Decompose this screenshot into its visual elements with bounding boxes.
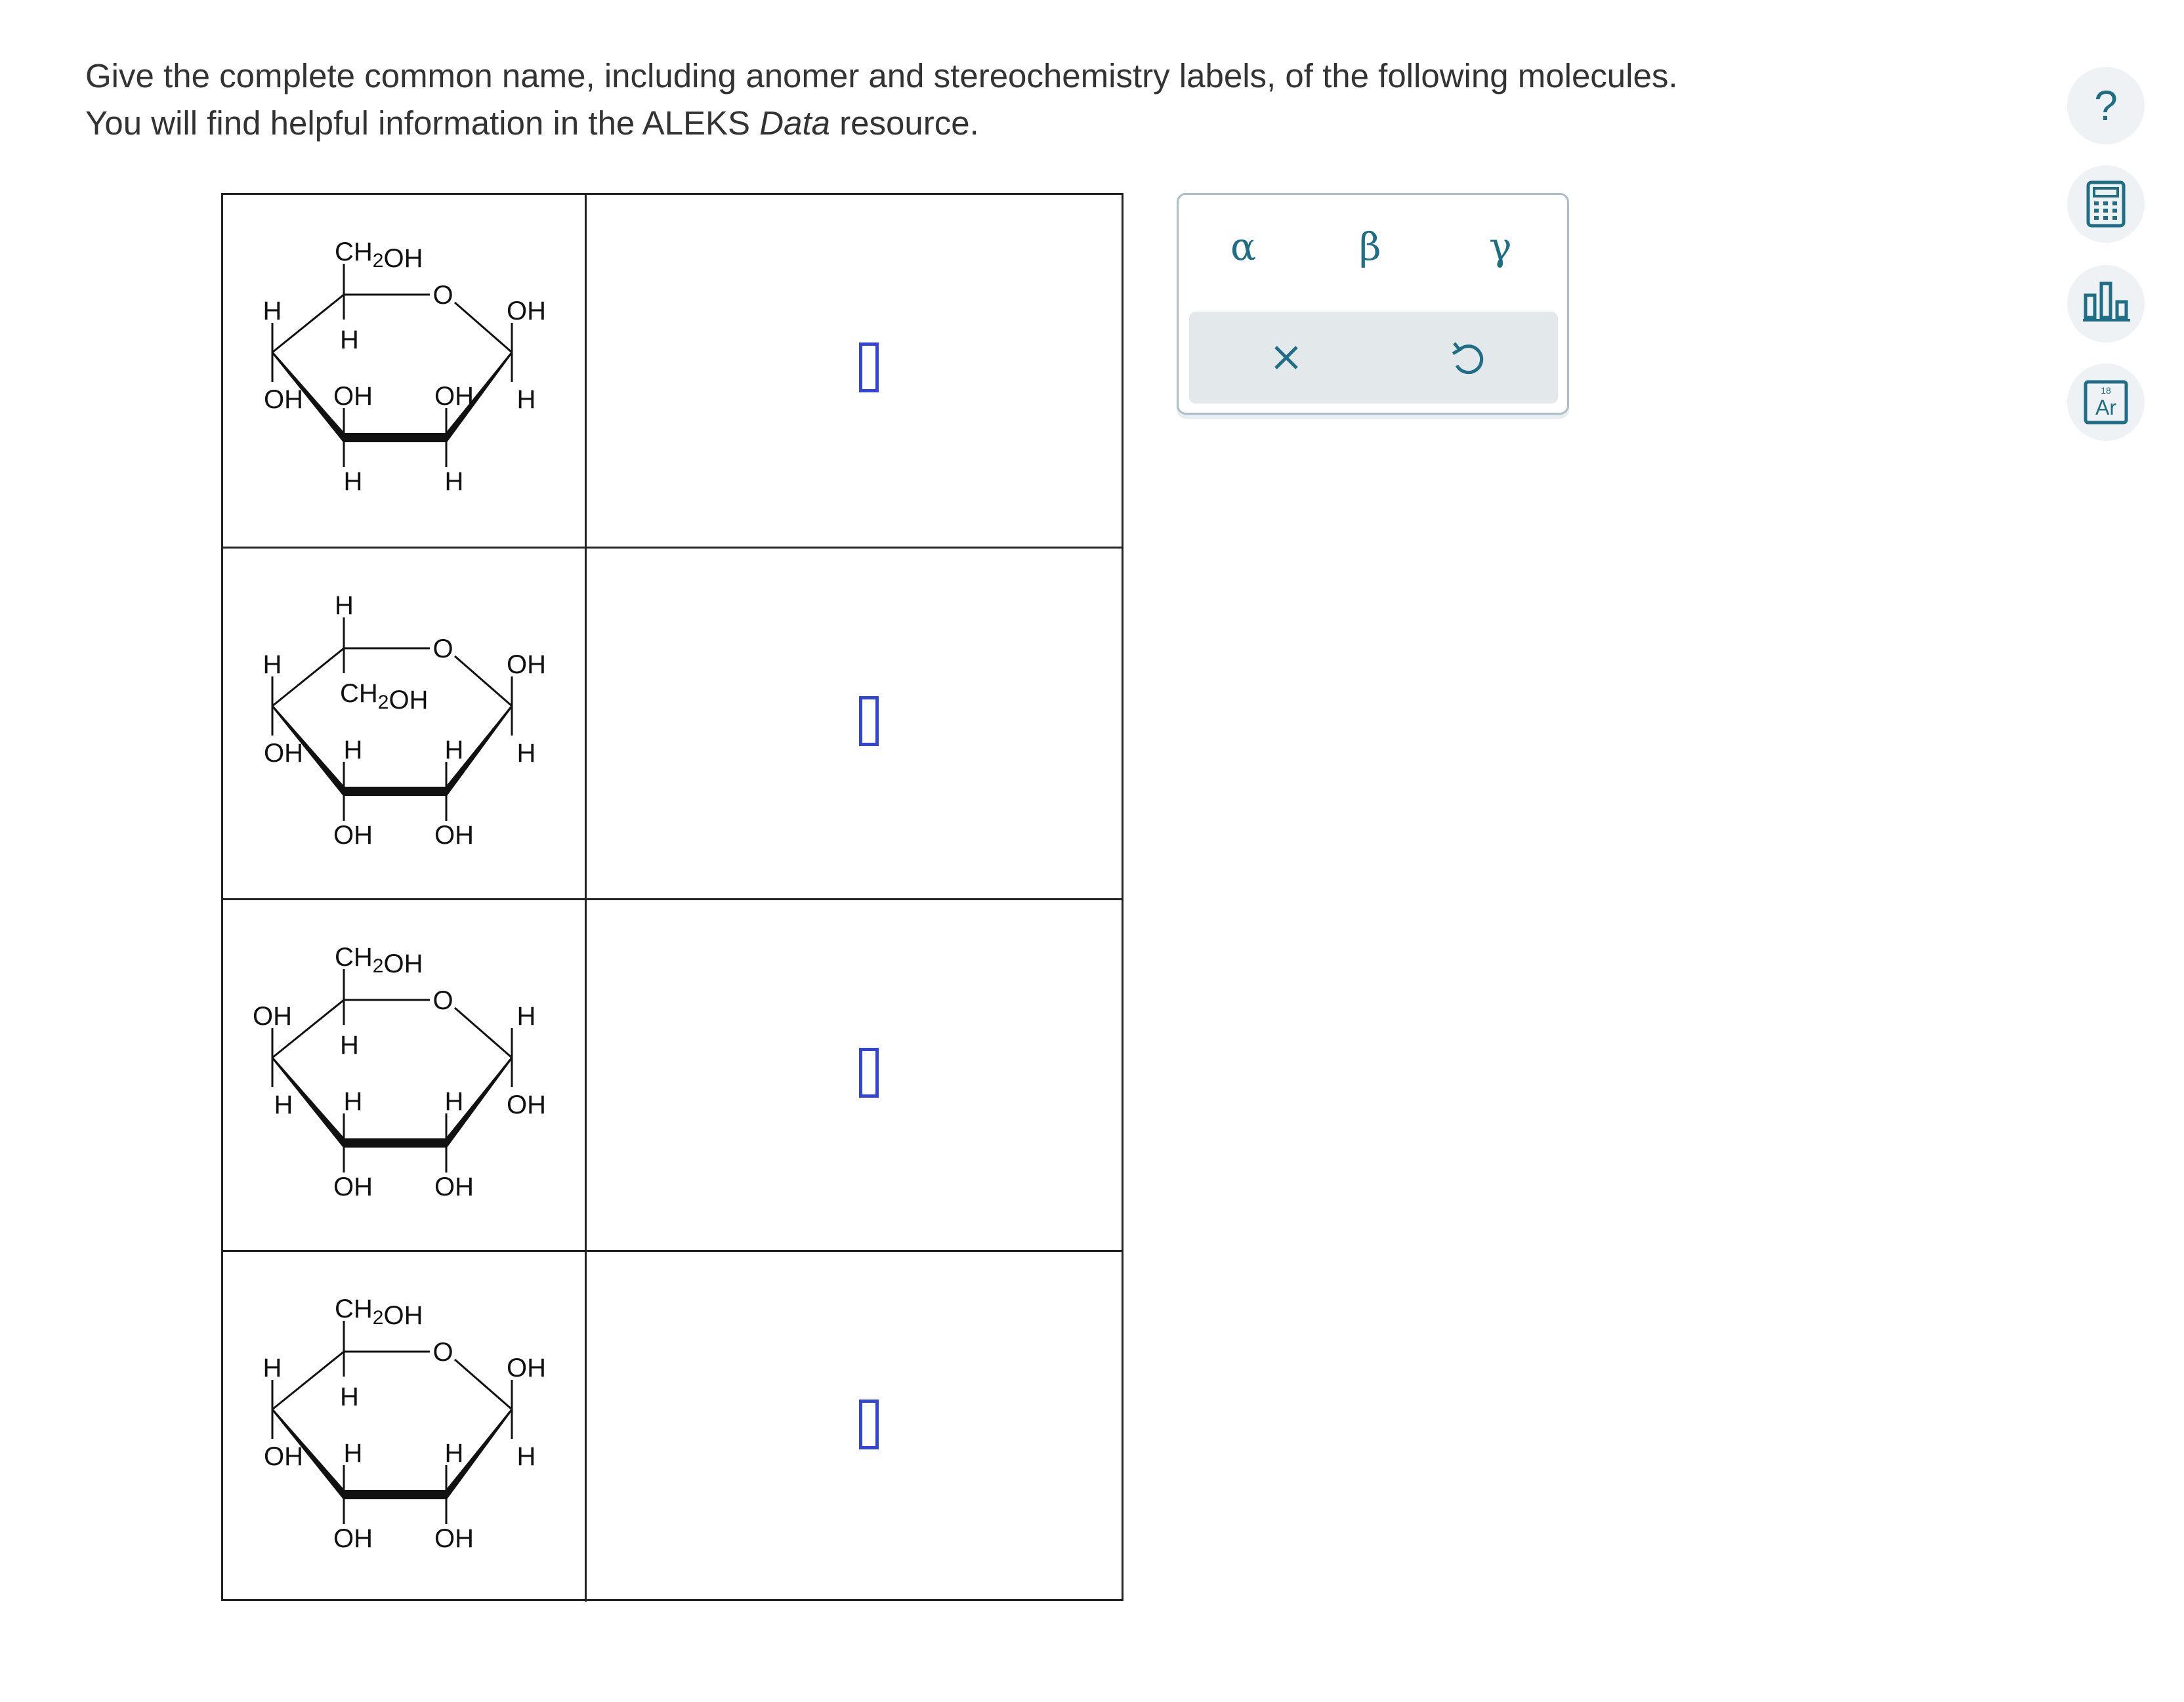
prompt-line-2-start: You will find helpful information in the… <box>85 104 760 142</box>
calculator-icon <box>2086 180 2126 228</box>
c1-up-label: OH <box>507 297 546 325</box>
c5-down-label: CH2OH <box>340 679 428 715</box>
symbol-palette: α β γ <box>1177 193 1569 415</box>
molecule-structure-cell: H CH2OH O OH H H OH H OH H OH <box>223 549 587 898</box>
molecule-row: CH2OH H O OH H H OH H OH H OH <box>223 1250 1122 1602</box>
haworth-projection: CH2OH H O OH H H OH OH H OH H <box>263 238 546 496</box>
c4-up-label: H <box>263 650 282 679</box>
help-button[interactable]: ? <box>2067 67 2145 144</box>
help-icon: ? <box>2094 82 2118 129</box>
c3-up-label: OH <box>333 382 373 411</box>
undo-icon <box>1452 342 1484 375</box>
alpha-button[interactable]: α <box>1230 224 1256 269</box>
c1-down-label: OH <box>507 1090 546 1119</box>
c4-up-label: H <box>263 297 282 325</box>
c2-down-label: H <box>445 467 464 496</box>
molecule-structure-cell: CH2OH H O OH H H OH OH H OH H <box>223 195 587 547</box>
c1-down-label: H <box>517 739 536 768</box>
undo-button[interactable] <box>1440 331 1492 384</box>
c3-down-label: OH <box>333 1524 373 1553</box>
c3-up-label: H <box>344 1439 363 1468</box>
c1-up-label: H <box>517 1002 536 1031</box>
haworth-projection: CH2OHHOHOHOHH HOHHOH <box>253 943 546 1201</box>
c2-up-label: H <box>445 1087 464 1116</box>
c4-down-label: H <box>274 1090 293 1119</box>
c4-up-label: OH <box>253 1002 292 1031</box>
answer-cell <box>587 900 1122 1250</box>
c3-down-label: H <box>344 467 363 496</box>
c2-down-label: OH <box>434 1524 474 1553</box>
periodic-number: 18 <box>2101 385 2111 396</box>
molecule-table: CH2OH H O OH H H OH OH H OH H H CH2OH O OH H H OH H OH H OH CH… <box>221 193 1124 1602</box>
c3-down-label: OH <box>333 1173 373 1201</box>
answer-input[interactable] <box>859 696 879 746</box>
c3-up-label: H <box>344 1087 363 1116</box>
x-icon <box>1274 346 1298 369</box>
prompt-line-2: You will find helpful information in the… <box>85 100 1678 147</box>
c4-up-label: H <box>263 1354 282 1382</box>
haworth-projection: CH2OHHOOHHHOH HOHHOH <box>263 1295 546 1553</box>
c1-up-label: OH <box>507 1354 546 1382</box>
prompt-line-2-end: resource. <box>830 104 979 142</box>
c5-top-label: CH2OH <box>335 943 423 978</box>
prompt-line-1: Give the complete common name, including… <box>85 57 1678 94</box>
c5-down-label: H <box>340 1031 359 1060</box>
data-resource-link: Data <box>759 104 830 142</box>
ring-oxygen-label: O <box>432 634 453 663</box>
question-prompt: Give the complete common name, including… <box>85 52 1678 147</box>
answer-input[interactable] <box>859 1048 879 1098</box>
ring-oxygen-label: O <box>432 1338 453 1367</box>
c4-down-label: OH <box>264 385 303 414</box>
c5-top-label: H <box>335 591 354 620</box>
ring-oxygen-label: O <box>432 281 453 310</box>
data-resource-button[interactable] <box>2067 265 2145 342</box>
c3-down-label: OH <box>333 821 373 850</box>
periodic-symbol: Ar <box>2095 396 2116 419</box>
periodic-table-icon: 18 Ar <box>2084 380 2128 425</box>
calculator-button[interactable] <box>2067 165 2145 243</box>
c5-down-label: H <box>340 1382 359 1411</box>
haworth-projection: H CH2OHO OH H H OH H OH H OH <box>263 591 546 850</box>
answer-input[interactable] <box>859 342 879 392</box>
c2-up-label: H <box>445 1439 464 1468</box>
ring-oxygen-label: O <box>432 986 453 1015</box>
c2-down-label: OH <box>434 821 474 850</box>
answer-cell <box>587 1252 1122 1602</box>
answer-cell <box>587 195 1122 547</box>
c2-up-label: OH <box>434 382 474 411</box>
c2-down-label: OH <box>434 1173 474 1201</box>
c5-top-label: CH2OH <box>335 238 423 273</box>
molecule-structure-cell: CH2OH H O OH H H OH H OH H OH <box>223 1252 587 1602</box>
c5-top-label: CH2OH <box>335 1295 423 1330</box>
c4-down-label: OH <box>264 739 303 768</box>
molecule-row: CH2OH H O OH H H OH OH H OH H <box>223 195 1122 547</box>
c4-down-label: OH <box>264 1442 303 1471</box>
molecule-row: CH2OH H O H OH OH H H OH H OH <box>223 898 1122 1250</box>
answer-cell <box>587 549 1122 898</box>
answer-input[interactable] <box>859 1400 879 1449</box>
periodic-table-button[interactable]: 18 Ar <box>2067 363 2145 441</box>
clear-button[interactable] <box>1260 331 1312 384</box>
c1-down-label: H <box>517 1442 536 1471</box>
palette-actions <box>1189 312 1558 404</box>
c1-down-label: H <box>517 385 536 414</box>
molecule-row: H CH2OH O OH H H OH H OH H OH <box>223 547 1122 898</box>
c3-up-label: H <box>344 736 363 764</box>
c2-up-label: H <box>445 736 464 764</box>
c1-up-label: OH <box>507 650 546 679</box>
beta-button[interactable]: β <box>1359 224 1381 269</box>
c5-down-label: H <box>340 325 359 354</box>
molecule-structure-cell: CH2OH H O H OH OH H H OH H OH <box>223 900 587 1250</box>
gamma-button[interactable]: γ <box>1489 224 1512 269</box>
bar-chart-icon <box>2083 281 2130 322</box>
